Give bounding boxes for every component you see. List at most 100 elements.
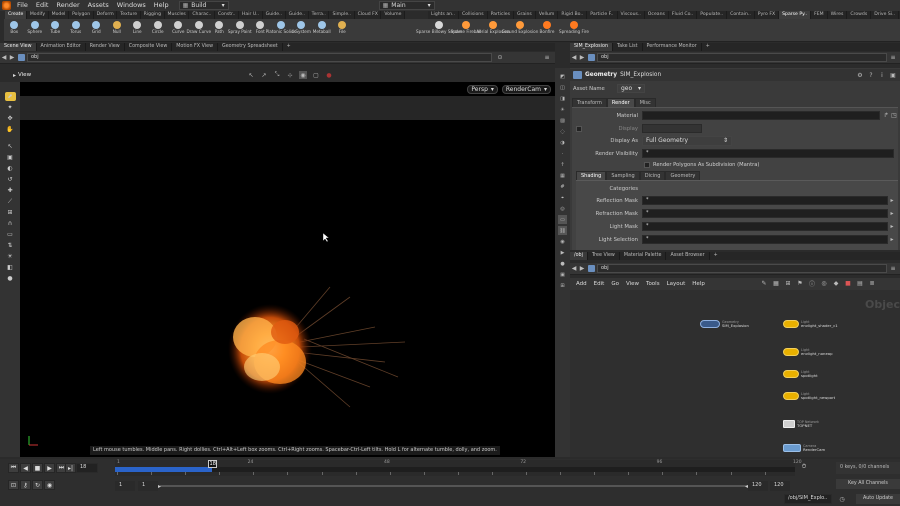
pane-tab[interactable]: Tree View xyxy=(588,252,620,260)
hud-icon[interactable]: ▣ xyxy=(558,270,567,279)
shelf-tab[interactable]: Contain.. xyxy=(727,11,755,19)
menu-render[interactable]: Render xyxy=(52,0,83,11)
sub-tab[interactable]: Dicing xyxy=(639,171,666,180)
light-icon[interactable]: ☀ xyxy=(5,252,16,261)
playhead-marker[interactable]: 18 xyxy=(208,460,218,468)
render-icon[interactable]: ● xyxy=(558,259,567,268)
lock-icon[interactable]: ▣ xyxy=(889,71,897,79)
grid-toggle-icon[interactable]: # xyxy=(558,182,567,191)
magnet-icon[interactable]: ∩ xyxy=(5,219,16,228)
pin-icon[interactable]: ⊙ xyxy=(496,54,504,62)
shelf-tab[interactable]: Vellum xyxy=(536,11,559,19)
add-tab-icon[interactable]: + xyxy=(702,43,714,51)
shelf-tab[interactable]: Deform xyxy=(94,11,118,19)
display-as-dropdown[interactable]: Full Geometry ⇕ xyxy=(642,135,732,146)
flipbook-icon[interactable]: ▶ xyxy=(558,248,567,257)
start-frame-field[interactable]: 1 xyxy=(115,481,135,491)
network-menu-item[interactable]: Tools xyxy=(646,281,660,287)
flip-icon[interactable]: ⇅ xyxy=(5,241,16,250)
paint-select-icon[interactable]: ✦ xyxy=(5,103,16,112)
realtime-toggle-icon[interactable]: ⏱ xyxy=(800,463,808,471)
shape-icon[interactable]: ◆ xyxy=(832,279,840,287)
shelf-tab[interactable]: Modify xyxy=(27,11,49,19)
network-node[interactable]: TOP Network TOPNET xyxy=(783,420,819,428)
network-menu-item[interactable]: Layout xyxy=(667,281,686,287)
end-frame-field[interactable]: 120 xyxy=(770,481,790,491)
menu-help[interactable]: Help xyxy=(150,0,173,11)
transform-icon[interactable]: ↗ xyxy=(260,71,268,79)
shelf-tab[interactable]: Grains xyxy=(514,11,536,19)
display-options-icon[interactable]: ◩ xyxy=(558,72,567,81)
jump-start-icon[interactable]: ⏮ xyxy=(8,463,19,473)
render-region-icon[interactable]: ▭ xyxy=(5,230,16,239)
range-start-field[interactable]: 1 xyxy=(138,481,158,491)
shelf-tool[interactable]: Spray Paint xyxy=(228,19,252,41)
ruler-icon[interactable]: ⟋ xyxy=(5,197,16,206)
network-menu-item[interactable]: Help xyxy=(692,281,705,287)
network-editor[interactable]: Objec Geometry SIM_Explosion Light envlight… xyxy=(570,290,900,457)
shelf-tab[interactable]: Create xyxy=(5,11,27,19)
pose-icon[interactable]: ✋ xyxy=(5,125,16,134)
frame-range-icon[interactable]: ⊡ xyxy=(8,480,19,490)
sub-tab[interactable]: Geometry xyxy=(665,171,701,180)
menu-file[interactable]: File xyxy=(13,0,32,11)
shelf-tool[interactable]: Torus xyxy=(66,19,87,41)
transform-handle-icon[interactable]: ✥ xyxy=(5,114,16,123)
shelf-tool[interactable]: Curve xyxy=(168,19,189,41)
network-menu-item[interactable]: Add xyxy=(576,281,587,287)
note-icon[interactable]: ▤ xyxy=(856,279,864,287)
grid-icon[interactable]: ▦ xyxy=(772,279,780,287)
current-frame-field[interactable]: 18 xyxy=(76,463,98,473)
shelf-tab[interactable]: Texture xyxy=(117,11,141,19)
list-icon[interactable]: ≣ xyxy=(868,279,876,287)
forward-arrow-icon[interactable]: ▶ xyxy=(8,54,16,62)
handle-icon[interactable]: ⤡ xyxy=(273,71,281,79)
shaded-icon[interactable]: ◨ xyxy=(558,94,567,103)
back-arrow-icon[interactable]: ◀ xyxy=(0,54,8,62)
render-visibility-field[interactable]: * xyxy=(642,149,894,158)
sub-tab[interactable]: Sampling xyxy=(606,171,640,180)
persp-dropdown[interactable]: Persp ▾ xyxy=(467,85,498,94)
view-icon[interactable]: ◐ xyxy=(5,164,16,173)
auto-update-button[interactable]: Auto Update xyxy=(856,494,900,504)
left-path-field[interactable]: obj xyxy=(27,53,492,62)
pane-tab[interactable]: Motion FX View xyxy=(172,43,218,51)
key-all-channels-button[interactable]: Key All Channels xyxy=(836,479,900,489)
folder-tab[interactable]: Misc xyxy=(634,98,656,107)
range-slider[interactable] xyxy=(160,485,750,487)
realtime-icon[interactable]: ◉ xyxy=(44,480,55,490)
network-menu-item[interactable]: Go xyxy=(611,281,619,287)
camera-icon[interactable]: ◧ xyxy=(5,263,16,272)
shelf-tool[interactable]: Ground Explosion xyxy=(502,19,538,41)
range-end-field[interactable]: 120 xyxy=(748,481,768,491)
network-menu-item[interactable]: Edit xyxy=(594,281,605,287)
info-icon[interactable]: i xyxy=(878,71,886,79)
light-node-icon[interactable] xyxy=(783,392,799,400)
light-node-icon[interactable] xyxy=(783,348,799,356)
shelf-tab[interactable]: Rigid Bo.. xyxy=(558,11,588,19)
backface-icon[interactable]: ◑ xyxy=(558,138,567,147)
menu-edit[interactable]: Edit xyxy=(32,0,53,11)
network-menu-item[interactable]: View xyxy=(626,281,639,287)
pane-tab[interactable]: Geometry Spreadsheet xyxy=(218,43,283,51)
camera-lock-icon[interactable]: ◉ xyxy=(558,237,567,246)
shelf-tab[interactable]: Rigging xyxy=(141,11,165,19)
shelf-tool[interactable]: Line xyxy=(127,19,148,41)
param-path-field[interactable]: obj xyxy=(597,53,887,62)
shelf-tab[interactable]: Volume xyxy=(381,11,405,19)
shelf-tool[interactable]: Path xyxy=(209,19,230,41)
shelf-tab[interactable]: Wires xyxy=(828,11,848,19)
flag-icon[interactable]: ⚑ xyxy=(796,279,804,287)
network-node[interactable]: Light spotlight_newport xyxy=(783,392,835,400)
select-icon[interactable]: ↖ xyxy=(247,71,255,79)
camera-node-icon[interactable] xyxy=(783,444,801,452)
network-node[interactable]: Light envlight_shader_c1 xyxy=(783,320,838,328)
shelf-tab[interactable]: Hair U.. xyxy=(239,11,263,19)
layout-icon[interactable]: ⊞ xyxy=(784,279,792,287)
topnet-node-icon[interactable] xyxy=(783,420,795,428)
expand-arrow-icon[interactable]: ▸ xyxy=(888,210,896,218)
texture-icon[interactable]: ▨ xyxy=(558,116,567,125)
shelf-tool[interactable]: Tube xyxy=(45,19,66,41)
back-arrow-icon[interactable]: ◀ xyxy=(570,54,578,62)
add-tab-icon[interactable]: + xyxy=(283,43,295,51)
